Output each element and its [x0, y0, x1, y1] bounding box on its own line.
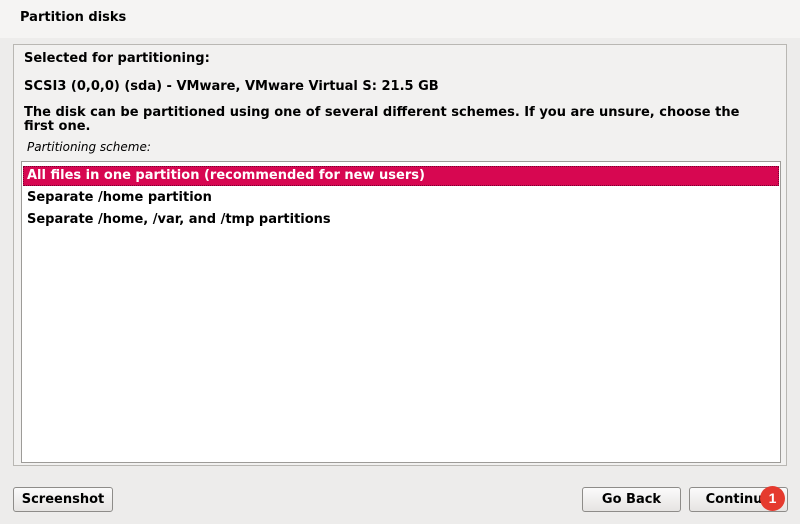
partition-panel: Selected for partitioning: SCSI3 (0,0,0)… — [13, 44, 787, 466]
scheme-list[interactable]: All files in one partition (recommended … — [21, 161, 781, 463]
partitioning-scheme-label: Partitioning scheme: — [27, 140, 151, 154]
screenshot-button[interactable]: Screenshot — [13, 487, 113, 512]
scheme-option-separate-home[interactable]: Separate /home partition — [23, 188, 779, 208]
annotation-badge: 1 — [760, 486, 785, 511]
go-back-button[interactable]: Go Back — [582, 487, 681, 512]
scheme-option-separate-home-var-tmp[interactable]: Separate /home, /var, and /tmp partition… — [23, 210, 779, 230]
page-title: Partition disks — [20, 10, 127, 25]
disk-description: SCSI3 (0,0,0) (sda) - VMware, VMware Vir… — [24, 79, 439, 94]
scheme-instructions: The disk can be partitioned using one of… — [24, 105, 740, 134]
header-bar: Partition disks — [0, 0, 800, 38]
scheme-option-all-in-one[interactable]: All files in one partition (recommended … — [23, 166, 779, 186]
selected-for-partitioning-label: Selected for partitioning: — [24, 51, 210, 66]
